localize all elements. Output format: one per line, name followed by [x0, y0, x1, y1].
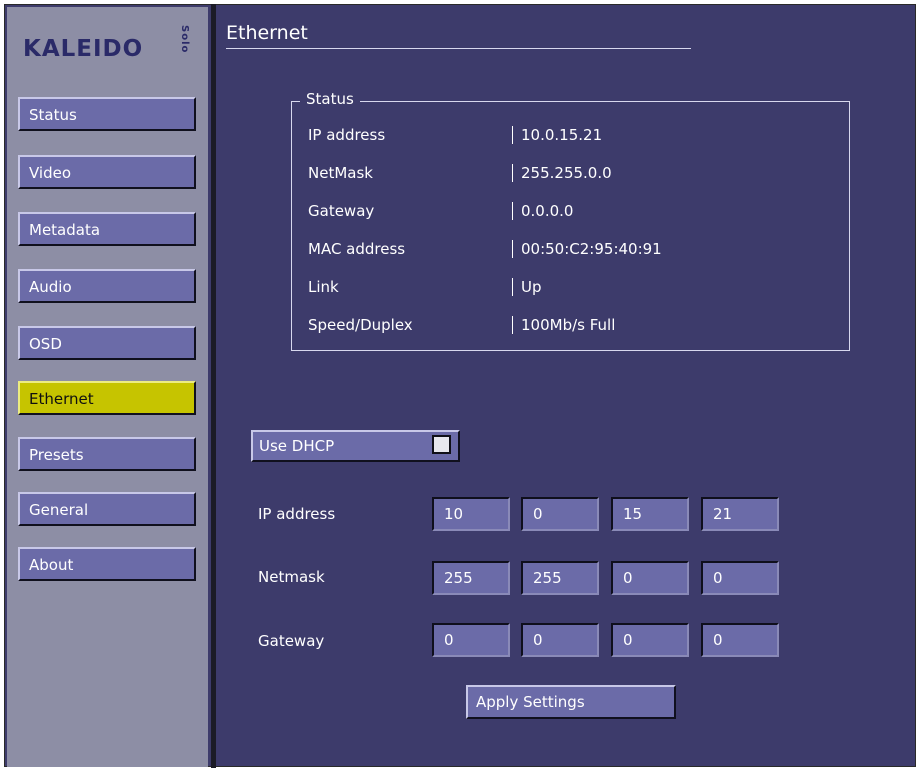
use-dhcp-label: Use DHCP: [259, 437, 335, 455]
gateway-label: Gateway: [258, 632, 325, 650]
nav-presets-button[interactable]: Presets: [18, 437, 196, 471]
netmask-octet-2-field[interactable]: 255: [521, 561, 599, 595]
gateway-octet-1-field[interactable]: 0: [432, 623, 510, 657]
status-mac-value: 00:50:C2:95:40:91: [512, 240, 662, 258]
status-speed-label: Speed/Duplex: [308, 316, 413, 334]
sidebar-divider: [211, 4, 216, 768]
apply-settings-button[interactable]: Apply Settings: [466, 685, 676, 719]
status-speed-value: 100Mb/s Full: [512, 316, 615, 334]
status-gateway-label: Gateway: [308, 202, 375, 220]
netmask-octet-4-field[interactable]: 0: [701, 561, 779, 595]
status-netmask-label: NetMask: [308, 164, 373, 182]
ip-address-label: IP address: [258, 505, 336, 523]
status-legend: Status: [300, 90, 360, 108]
ip-octet-1-field[interactable]: 10: [432, 497, 510, 531]
nav-general-button[interactable]: General: [18, 492, 196, 526]
nav-video-button[interactable]: Video: [18, 155, 196, 189]
title-underline: [226, 48, 691, 49]
nav-audio-button[interactable]: Audio: [18, 269, 196, 303]
status-gateway-value: 0.0.0.0: [512, 202, 573, 220]
ip-octet-3-field[interactable]: 15: [611, 497, 689, 531]
status-ip-value: 10.0.15.21: [512, 126, 602, 144]
netmask-octet-3-field[interactable]: 0: [611, 561, 689, 595]
kaleido-logo: KALEIDO: [23, 36, 144, 62]
status-netmask-value: 255.255.0.0: [512, 164, 612, 182]
logo-solo-text: Solo: [179, 25, 190, 54]
gateway-octet-4-field[interactable]: 0: [701, 623, 779, 657]
gateway-octet-2-field[interactable]: 0: [521, 623, 599, 657]
netmask-label: Netmask: [258, 568, 325, 586]
page-title: Ethernet: [226, 22, 308, 44]
nav-ethernet-button[interactable]: Ethernet: [18, 381, 196, 415]
nav-status-button[interactable]: Status: [18, 97, 196, 131]
gateway-octet-3-field[interactable]: 0: [611, 623, 689, 657]
use-dhcp-checkbox[interactable]: [432, 435, 451, 454]
status-link-value: Up: [512, 278, 542, 296]
status-ip-label: IP address: [308, 126, 386, 144]
ip-octet-4-field[interactable]: 21: [701, 497, 779, 531]
nav-metadata-button[interactable]: Metadata: [18, 212, 196, 246]
status-link-label: Link: [308, 278, 339, 296]
nav-osd-button[interactable]: OSD: [18, 326, 196, 360]
netmask-octet-1-field[interactable]: 255: [432, 561, 510, 595]
ip-octet-2-field[interactable]: 0: [521, 497, 599, 531]
use-dhcp-toggle[interactable]: Use DHCP: [251, 430, 460, 462]
status-mac-label: MAC address: [308, 240, 406, 258]
nav-about-button[interactable]: About: [18, 547, 196, 581]
